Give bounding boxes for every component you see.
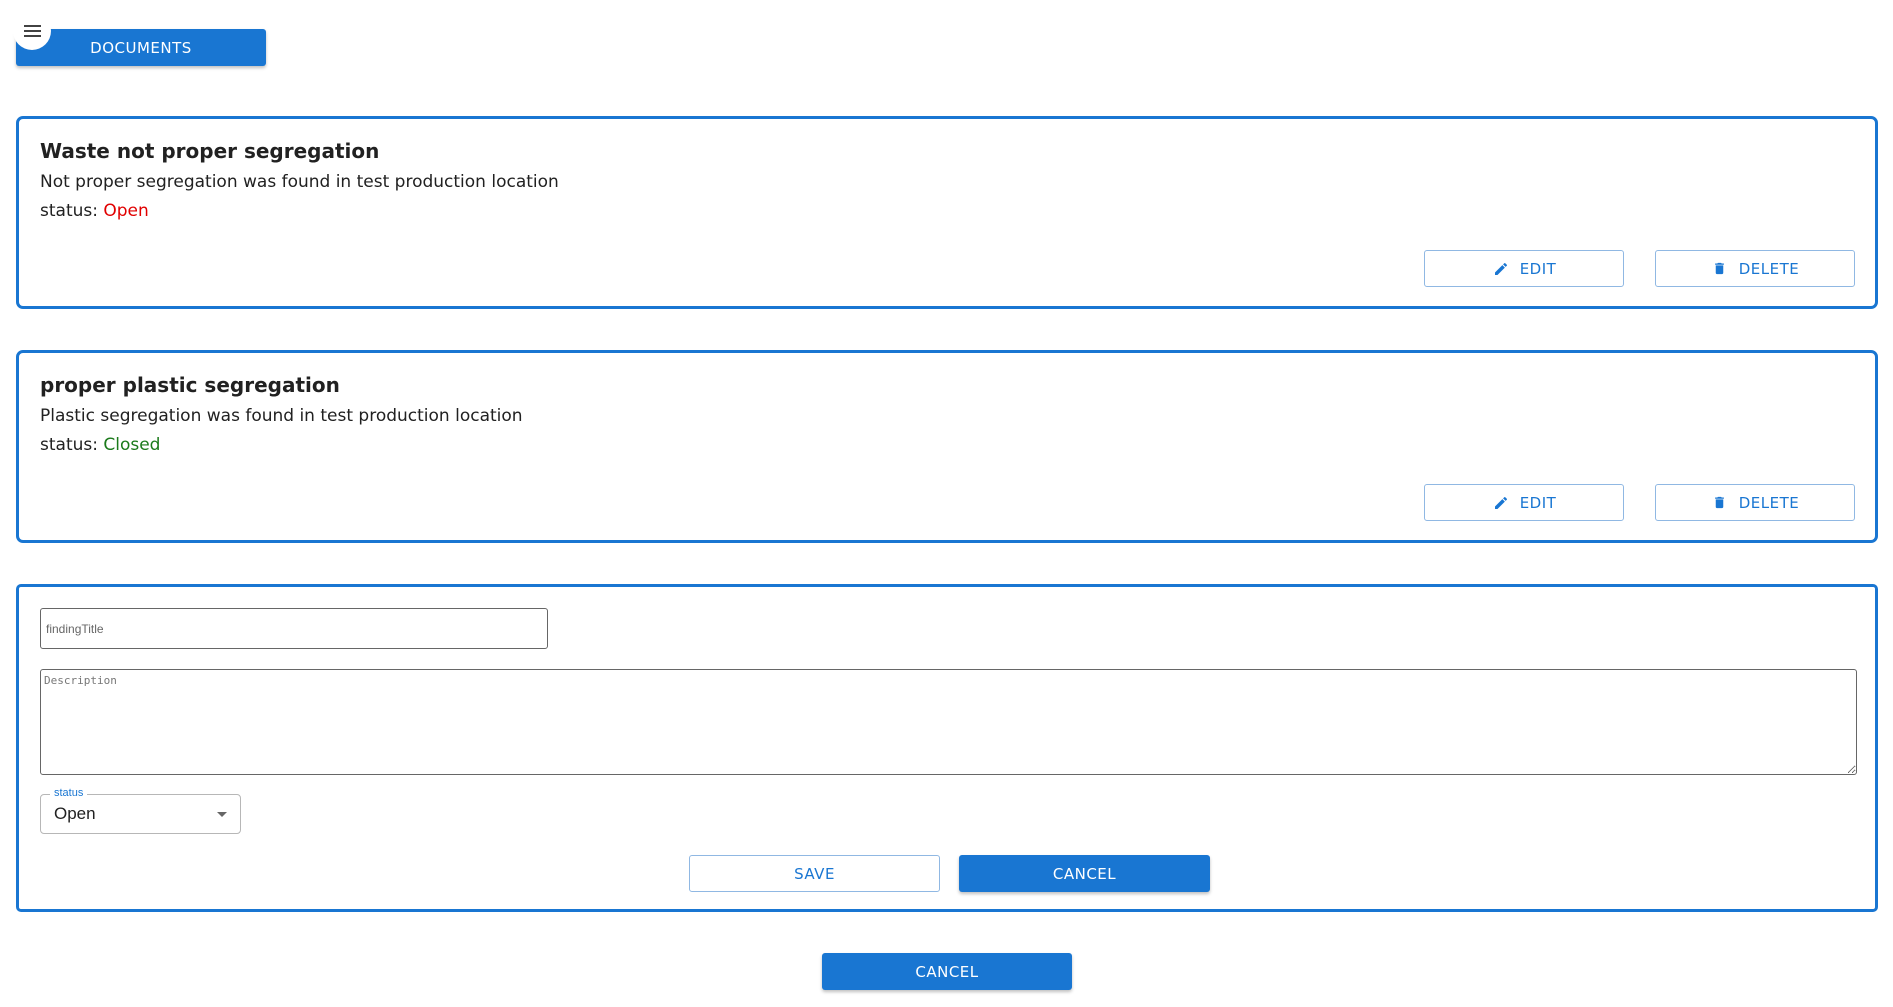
delete-button[interactable]: DELETE [1655,484,1855,521]
caret-down-icon [217,812,227,817]
cancel-button-label: CANCEL [915,962,979,981]
pencil-icon [1492,494,1510,512]
hamburger-menu-icon-line [23,25,41,27]
finding-title: proper plastic segregation [40,373,340,397]
finding-title-input[interactable] [40,608,548,649]
menu-button[interactable] [13,12,51,50]
status-select-value: Open [54,804,96,823]
form-cancel-button[interactable]: CANCEL [959,855,1210,892]
pencil-icon [1492,260,1510,278]
finding-description: Not proper segregation was found in test… [40,172,559,192]
documents-button-label: DOCUMENTS [90,38,192,57]
finding-status: status: Open [40,201,149,221]
delete-button[interactable]: DELETE [1655,250,1855,287]
save-button[interactable]: SAVE [689,855,940,892]
page: DOCUMENTS Waste not proper segregation N… [0,0,1893,1007]
cancel-button[interactable]: CANCEL [822,953,1072,990]
documents-button[interactable]: DOCUMENTS [16,29,266,66]
finding-card: Waste not proper segregation Not proper … [16,116,1878,309]
hamburger-menu-icon-line [23,35,41,37]
status-value: Open [103,201,149,221]
finding-description: Plastic segregation was found in test pr… [40,406,523,426]
finding-title: Waste not proper segregation [40,139,380,163]
trash-icon [1711,260,1729,278]
delete-button-label: DELETE [1738,259,1800,278]
edit-button-label: EDIT [1519,259,1557,278]
edit-button[interactable]: EDIT [1424,484,1624,521]
description-textarea[interactable] [40,669,1857,775]
finding-card: proper plastic segregation Plastic segre… [16,350,1878,543]
trash-icon [1711,494,1729,512]
status-value: Closed [103,435,161,455]
save-button-label: SAVE [794,864,835,883]
edit-button-label: EDIT [1519,493,1557,512]
edit-button[interactable]: EDIT [1424,250,1624,287]
delete-button-label: DELETE [1738,493,1800,512]
status-select[interactable]: status Open [40,787,241,834]
status-prefix: status: [40,201,104,221]
hamburger-menu-icon-line [23,30,41,32]
finding-form: status Open SAVE CANCEL [16,584,1878,912]
status-prefix: status: [40,435,104,455]
finding-status: status: Closed [40,435,160,455]
form-cancel-button-label: CANCEL [1052,864,1117,883]
status-select-label: status [50,787,88,799]
